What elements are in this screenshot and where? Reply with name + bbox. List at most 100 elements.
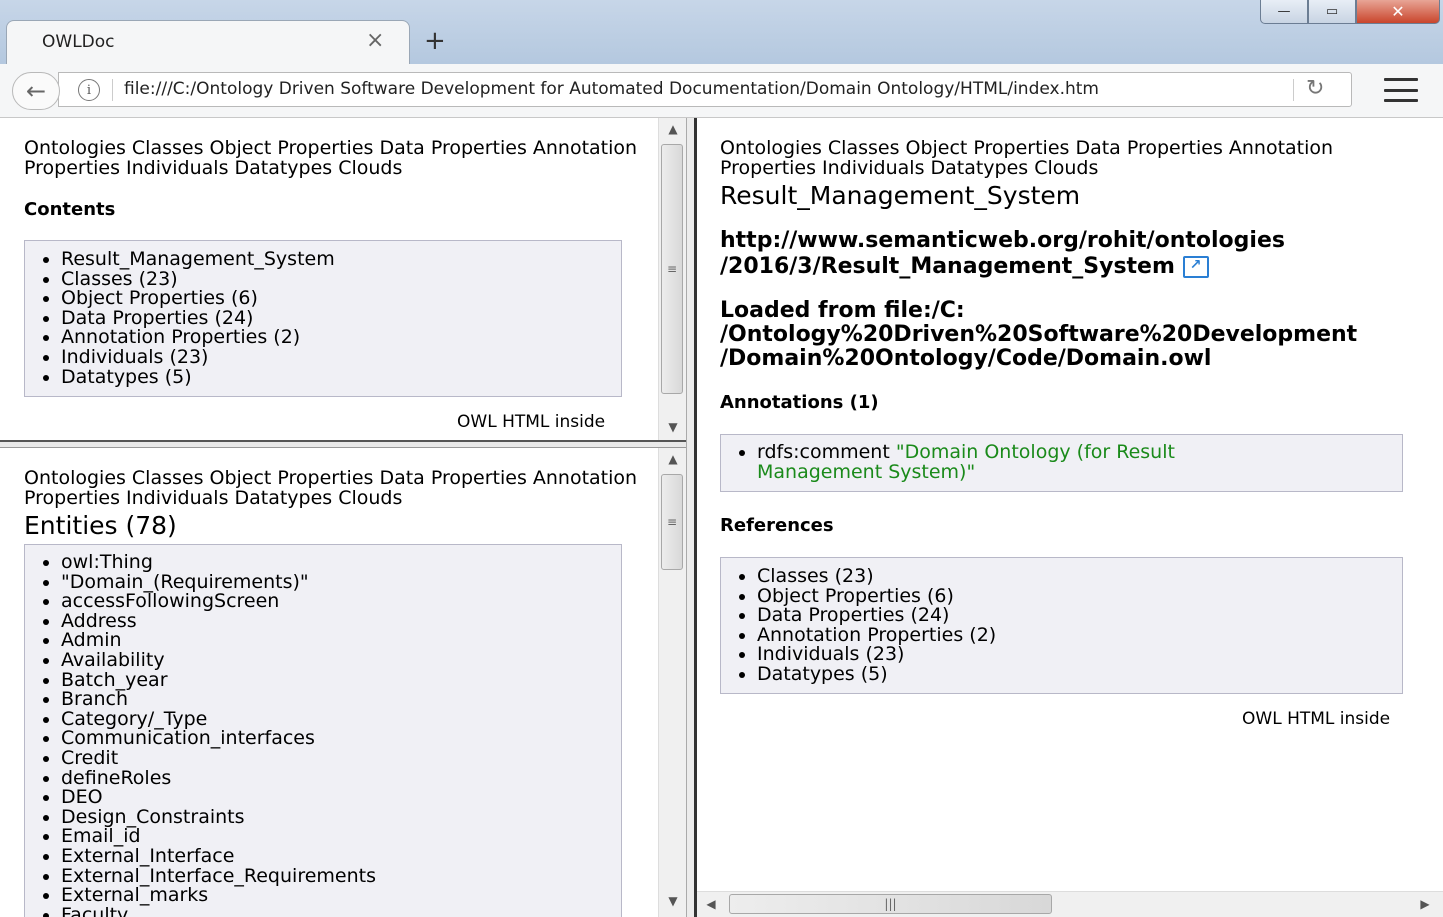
contents-frame: Ontologies Classes Object Properties Data P…: [0, 118, 686, 440]
nav-link-ontologies[interactable]: Ontologies: [24, 137, 126, 159]
back-arrow-icon[interactable]: ←: [12, 72, 60, 110]
minimize-button[interactable]: —: [1260, 0, 1308, 24]
contents-vertical-scrollbar[interactable]: ▲ ≡ ▼: [658, 118, 686, 440]
scrollbar-thumb[interactable]: |||: [729, 894, 1052, 914]
entity-item[interactable]: External_Interface: [61, 846, 621, 867]
external-link-icon[interactable]: ↗: [1182, 256, 1209, 278]
tab-title: OWLDoc: [42, 32, 115, 52]
scroll-down-arrow-icon[interactable]: ▼: [663, 420, 683, 434]
entity-item[interactable]: Branch: [61, 690, 621, 710]
frame-divider-horizontal[interactable]: [0, 440, 686, 448]
nav-link-object-properties[interactable]: Object Properties: [905, 137, 1069, 159]
nav-link-ontologies[interactable]: Ontologies: [24, 467, 126, 489]
nav-link-object-properties[interactable]: Object Properties: [209, 467, 373, 489]
reload-icon[interactable]: ↻: [1306, 76, 1324, 101]
nav-link-clouds[interactable]: Clouds: [338, 487, 402, 509]
annotation-value-line2: Management System)": [757, 460, 976, 483]
reference-item-data-properties[interactable]: Data Properties (24): [757, 606, 1402, 626]
nav-link-data-properties[interactable]: Data Properties: [379, 467, 526, 489]
contents-item-individuals[interactable]: Individuals (23): [61, 347, 621, 368]
loaded-from-line3: /Domain%20Ontology/Code/Domain.owl: [720, 346, 1212, 371]
scroll-down-arrow-icon[interactable]: ▼: [663, 894, 683, 908]
nav-link-data-properties[interactable]: Data Properties: [1075, 137, 1222, 159]
entity-item[interactable]: accessFollowingScreen: [61, 592, 621, 612]
entity-item[interactable]: External_marks: [61, 885, 621, 906]
scrollbar-thumb[interactable]: ≡: [661, 474, 683, 570]
ontology-detail-frame: Ontologies Classes Object Properties Data P…: [697, 118, 1443, 917]
entity-item[interactable]: Address: [61, 611, 621, 632]
nav-link-datatypes[interactable]: Datatypes: [234, 157, 332, 179]
scrollbar-thumb[interactable]: ≡: [661, 144, 683, 394]
entity-item[interactable]: Credit: [61, 748, 621, 769]
references-box: Classes (23) Object Properties (6) Data …: [720, 557, 1403, 694]
hamburger-menu-icon[interactable]: [1384, 78, 1418, 102]
nav-link-clouds[interactable]: Clouds: [1034, 157, 1098, 179]
loaded-from-line1: Loaded from file:/C:: [720, 298, 965, 323]
entity-item[interactable]: Faculty: [61, 905, 621, 917]
reference-item-datatypes[interactable]: Datatypes (5): [757, 664, 1402, 685]
annotation-item: rdfs:comment "Domain Ontology (for Resul…: [757, 442, 1402, 483]
url-separator: [112, 79, 113, 101]
entity-item[interactable]: owl:Thing: [61, 552, 621, 573]
entity-item[interactable]: defineRoles: [61, 768, 621, 789]
ontology-iri-line2: /2016/3/Result_Management_System ↗: [720, 254, 1209, 279]
new-tab-button[interactable]: +: [424, 26, 446, 56]
frame-divider-vertical[interactable]: [686, 118, 697, 917]
references-list: Classes (23) Object Properties (6) Data …: [721, 566, 1402, 685]
contents-footer: OWL HTML inside: [457, 412, 606, 432]
nav-link-classes[interactable]: Classes: [132, 137, 204, 159]
nav-link-individuals[interactable]: Individuals: [822, 157, 924, 179]
reference-item-classes[interactable]: Classes (23): [757, 566, 1402, 587]
references-heading: References: [720, 515, 834, 536]
detail-footer: OWL HTML inside: [1242, 709, 1391, 729]
nav-links: Ontologies Classes Object Properties Data P…: [24, 138, 644, 178]
annotations-box: rdfs:comment "Domain Ontology (for Resul…: [720, 434, 1403, 492]
reload-separator: [1293, 79, 1294, 101]
close-window-button[interactable]: ✕: [1356, 0, 1440, 24]
scroll-left-arrow-icon[interactable]: ◀: [701, 897, 721, 911]
nav-links: Ontologies Classes Object Properties Data P…: [24, 468, 644, 508]
tab-close-icon[interactable]: ×: [366, 28, 384, 54]
nav-link-individuals[interactable]: Individuals: [126, 487, 228, 509]
maximize-button[interactable]: ▭: [1308, 0, 1356, 24]
nav-link-object-properties[interactable]: Object Properties: [209, 137, 373, 159]
scroll-up-arrow-icon[interactable]: ▲: [663, 452, 683, 466]
ontology-iri-line2-text: /2016/3/Result_Management_System: [720, 254, 1175, 279]
entities-frame: Ontologies Classes Object Properties Data P…: [0, 448, 686, 917]
entities-vertical-scrollbar[interactable]: ▲ ≡ ▼: [658, 448, 686, 917]
nav-link-clouds[interactable]: Clouds: [338, 157, 402, 179]
info-icon[interactable]: i: [78, 79, 100, 101]
entities-list-box: owl:Thing "Domain_(Requirements)" access…: [24, 544, 622, 917]
entities-title: Entities (78): [24, 511, 177, 540]
scroll-right-arrow-icon[interactable]: ▶: [1415, 897, 1435, 911]
nav-link-data-properties[interactable]: Data Properties: [379, 137, 526, 159]
url-text[interactable]: file:///C:/Ontology Driven Software Deve…: [124, 79, 1099, 99]
contents-item-ontology[interactable]: Result_Management_System: [61, 249, 621, 270]
loaded-from-line2: /Ontology%20Driven%20Software%20Developm…: [720, 322, 1358, 347]
entity-item[interactable]: Batch_year: [61, 670, 621, 691]
nav-link-classes[interactable]: Classes: [828, 137, 900, 159]
nav-link-datatypes[interactable]: Datatypes: [234, 487, 332, 509]
nav-link-ontologies[interactable]: Ontologies: [720, 137, 822, 159]
contents-list-box: Result_Management_System Classes (23) Ob…: [24, 240, 622, 397]
entities-list: owl:Thing "Domain_(Requirements)" access…: [25, 552, 621, 917]
detail-horizontal-scrollbar[interactable]: ◀ ||| ▶: [697, 891, 1443, 917]
contents-list: Result_Management_System Classes (23) Ob…: [25, 249, 621, 388]
entity-item[interactable]: DEO: [61, 788, 621, 808]
entity-item[interactable]: Design_Constraints: [61, 807, 621, 828]
scroll-up-arrow-icon[interactable]: ▲: [663, 122, 683, 136]
nav-link-classes[interactable]: Classes: [132, 467, 204, 489]
ontology-iri-line1: http://www.semanticweb.org/rohit/ontolog…: [720, 228, 1285, 253]
annotations-list: rdfs:comment "Domain Ontology (for Resul…: [721, 442, 1402, 483]
entity-item[interactable]: Availability: [61, 650, 621, 671]
nav-link-individuals[interactable]: Individuals: [126, 157, 228, 179]
ontology-title: Result_Management_System: [720, 181, 1081, 210]
entity-item[interactable]: Email_id: [61, 827, 621, 847]
annotations-heading: Annotations (1): [720, 392, 879, 413]
nav-link-datatypes[interactable]: Datatypes: [930, 157, 1028, 179]
nav-links: Ontologies Classes Object Properties Data P…: [720, 138, 1420, 178]
contents-item-datatypes[interactable]: Datatypes (5): [61, 367, 621, 388]
contents-heading: Contents: [24, 199, 116, 220]
entity-item[interactable]: Communication_interfaces: [61, 729, 621, 749]
contents-item-object-properties[interactable]: Object Properties (6): [61, 289, 621, 309]
